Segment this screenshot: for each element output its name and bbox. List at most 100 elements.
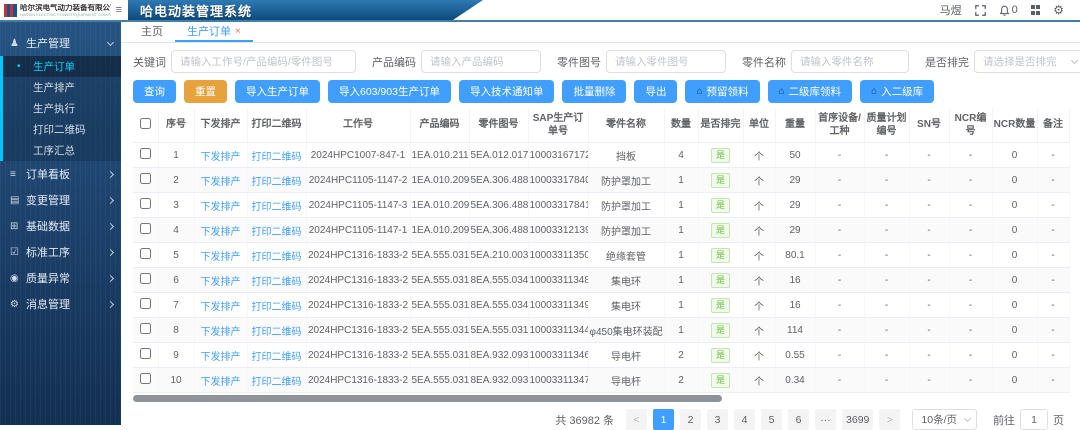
row-checkbox[interactable] xyxy=(140,223,151,234)
more-pages-button[interactable]: ··· xyxy=(815,409,836,430)
cell: - xyxy=(815,193,864,218)
row-checkbox[interactable] xyxy=(140,373,151,384)
sidebar-item-quality-exception[interactable]: ◉质量异常 xyxy=(0,265,121,291)
page-button-2[interactable]: 2 xyxy=(680,409,701,430)
dispatch-link[interactable]: 下发排产 xyxy=(201,302,241,313)
cell: 5EA.210.0032 xyxy=(469,243,528,268)
page-button-5[interactable]: 5 xyxy=(761,409,782,430)
import-603-903-button[interactable]: 导入603/903生产订单 xyxy=(328,80,451,103)
print-qrcode-link[interactable]: 打印二维码 xyxy=(252,277,302,288)
print-qrcode-link[interactable]: 打印二维码 xyxy=(252,302,302,313)
dispatch-link[interactable]: 下发排产 xyxy=(201,277,241,288)
cell: 6 xyxy=(158,268,194,293)
notification-bell-icon[interactable]: 0 xyxy=(999,4,1018,16)
select-all-checkbox[interactable] xyxy=(140,118,151,129)
part-drawing-no-input[interactable] xyxy=(606,50,726,73)
import-production-order-button[interactable]: 导入生产订单 xyxy=(235,80,320,103)
sidebar-item-production-management[interactable]: ♟生产管理 xyxy=(0,30,121,56)
dispatch-link[interactable]: 下发排产 xyxy=(201,227,241,238)
print-qrcode-link[interactable]: 打印二维码 xyxy=(252,202,302,213)
part-name-input[interactable] xyxy=(791,50,909,73)
product-code-input[interactable] xyxy=(421,50,541,73)
next-page-button[interactable]: > xyxy=(879,409,900,430)
sidebar-item-order-board[interactable]: ≡订单看板 xyxy=(0,161,121,187)
print-qrcode-link[interactable]: 打印二维码 xyxy=(252,377,302,388)
sidebar-item-production-order[interactable]: •生产订单 xyxy=(3,56,121,77)
table-row: 7下发排产打印二维码2024HPC1316-1833-25EA.555.0312… xyxy=(133,293,1069,318)
button-label: 入二级库 xyxy=(881,84,923,99)
cell: 16 xyxy=(775,268,815,293)
page-button-3[interactable]: 3 xyxy=(707,409,728,430)
filter-keyword: 关键词 xyxy=(133,50,356,73)
sidebar-collapse-icon[interactable]: ≡ xyxy=(114,4,124,16)
batch-delete-button[interactable]: 批量删除 xyxy=(562,80,626,103)
reserve-material-button[interactable]: ⌂预留领料 xyxy=(685,80,759,103)
reset-button[interactable]: 重置 xyxy=(184,80,227,103)
cell: - xyxy=(864,143,909,168)
page-button-3699[interactable]: 3699 xyxy=(842,409,873,430)
tab-close-icon[interactable]: × xyxy=(235,26,241,37)
prev-page-button[interactable]: < xyxy=(626,409,647,430)
cell: 4 xyxy=(664,143,698,168)
keyword-input[interactable] xyxy=(171,50,356,73)
export-button[interactable]: 导出 xyxy=(634,80,677,103)
settings-gear-icon[interactable]: ⚙ xyxy=(1053,3,1064,17)
row-checkbox[interactable] xyxy=(140,173,151,184)
print-qrcode-link[interactable]: 打印二维码 xyxy=(252,252,302,263)
cell: - xyxy=(1037,143,1069,168)
dispatch-link[interactable]: 下发排产 xyxy=(201,177,241,188)
import-tech-notice-button[interactable]: 导入技术通知单 xyxy=(459,80,555,103)
page-button-6[interactable]: 6 xyxy=(788,409,809,430)
sidebar-item-standard-process[interactable]: ☑标准工序 xyxy=(0,239,121,265)
dispatch-link[interactable]: 下发排产 xyxy=(201,352,241,363)
tab-production-order[interactable]: 生产订单× xyxy=(175,22,253,42)
sidebar-item-message-management[interactable]: ⚙消息管理 xyxy=(0,291,121,317)
sidebar-item-production-scheduling[interactable]: 生产排产 xyxy=(3,77,121,98)
page-button-1[interactable]: 1 xyxy=(653,409,674,430)
tab-home[interactable]: 主页 xyxy=(129,22,175,42)
table-wrap: 序号下发排产打印二维码工作号产品编码零件图号SAP生产订单号零件名称数量是否排完… xyxy=(133,109,1068,393)
row-checkbox[interactable] xyxy=(140,323,151,334)
into-secondary-store-button[interactable]: ⌂入二级库 xyxy=(860,80,934,103)
dispatch-link[interactable]: 下发排产 xyxy=(201,252,241,263)
dispatch-link[interactable]: 下发排产 xyxy=(201,202,241,213)
target-icon: ◉ xyxy=(10,273,26,284)
secondary-store-pick-button[interactable]: ⌂二级库领料 xyxy=(768,80,853,103)
sidebar-item-print-qrcode[interactable]: 打印二维码 xyxy=(3,119,121,140)
sidebar-item-change-management[interactable]: ▤变更管理 xyxy=(0,187,121,213)
dispatch-link[interactable]: 下发排产 xyxy=(201,152,241,163)
print-qrcode-link[interactable]: 打印二维码 xyxy=(252,227,302,238)
cell: - xyxy=(949,193,992,218)
print-qrcode-link[interactable]: 打印二维码 xyxy=(252,352,302,363)
row-checkbox[interactable] xyxy=(140,198,151,209)
horizontal-scrollbar-thumb[interactable] xyxy=(133,395,722,402)
cell: 10003311350 xyxy=(528,243,588,268)
row-checkbox[interactable] xyxy=(140,348,151,359)
print-qrcode-link[interactable]: 打印二维码 xyxy=(252,152,302,163)
cell: 5EA.555.0312 xyxy=(410,243,469,268)
cell: 8EA.932.0930 xyxy=(469,343,528,368)
goto-page-input[interactable] xyxy=(1020,409,1048,430)
apps-grid-icon[interactable] xyxy=(1031,5,1041,15)
print-qrcode-link[interactable]: 打印二维码 xyxy=(252,177,302,188)
dispatch-link[interactable]: 下发排产 xyxy=(201,327,241,338)
cell: 集电环 xyxy=(588,268,664,293)
row-checkbox[interactable] xyxy=(140,298,151,309)
sidebar-item-label: 基础数据 xyxy=(26,218,108,234)
cell: 10003167172 xyxy=(528,143,588,168)
sidebar-item-process-summary[interactable]: 工序汇总 xyxy=(3,140,121,161)
dispatch-link[interactable]: 下发排产 xyxy=(201,377,241,388)
sidebar-item-basic-data[interactable]: ⊞基础数据 xyxy=(0,213,121,239)
query-button[interactable]: 查询 xyxy=(133,80,176,103)
page-button-4[interactable]: 4 xyxy=(734,409,755,430)
row-checkbox[interactable] xyxy=(140,273,151,284)
sidebar-item-production-execution[interactable]: 生产执行 xyxy=(3,98,121,119)
print-qrcode-link[interactable]: 打印二维码 xyxy=(252,327,302,338)
row-checkbox[interactable] xyxy=(140,248,151,259)
fullscreen-icon[interactable] xyxy=(975,5,986,16)
row-checkbox[interactable] xyxy=(140,148,151,159)
page-size-select[interactable]: 10条/页 xyxy=(912,409,977,430)
schedule-status-select[interactable]: 请选择是否排完 xyxy=(974,50,1080,73)
cell: - xyxy=(815,318,864,343)
row-checkbox-cell xyxy=(133,268,158,293)
